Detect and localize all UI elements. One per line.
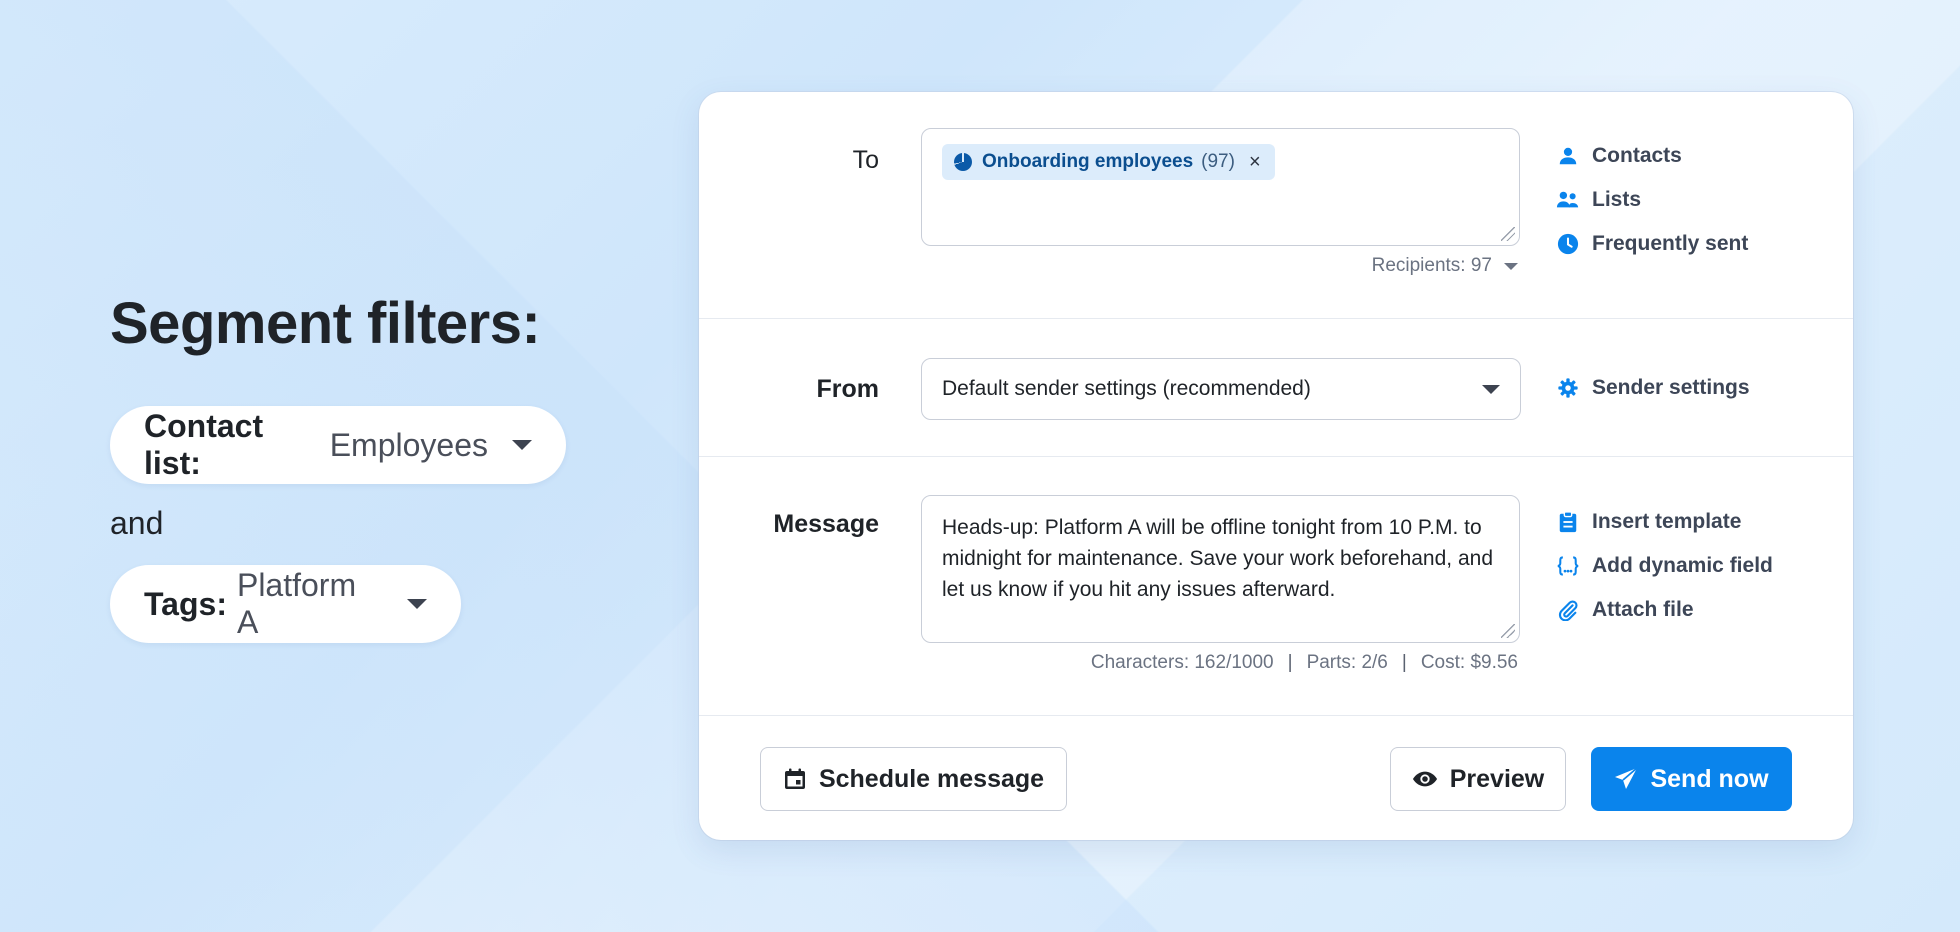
from-label: From	[816, 375, 880, 403]
add-dynamic-field-link[interactable]: Add dynamic field	[1556, 554, 1773, 578]
segment-pie-icon	[954, 153, 972, 171]
caret-down-icon	[512, 440, 532, 450]
compose-card: To Onboarding employees (97) × Recipient…	[699, 92, 1853, 840]
recipients-count-toggle[interactable]: Recipients: 97	[1372, 255, 1518, 277]
contact-list-filter-key: Contact list:	[144, 408, 264, 481]
send-now-label: Send now	[1650, 764, 1769, 793]
clock-icon	[1556, 232, 1580, 256]
sender-settings-link-label: Sender settings	[1592, 376, 1750, 399]
preview-button[interactable]: Preview	[1390, 747, 1566, 811]
add-dynamic-field-label: Add dynamic field	[1592, 554, 1773, 577]
section-divider	[699, 318, 1853, 319]
tags-filter-key: Tags:	[144, 585, 227, 622]
section-divider	[699, 715, 1853, 716]
sender-settings-link[interactable]: Sender settings	[1556, 376, 1750, 400]
attach-file-label: Attach file	[1592, 598, 1694, 621]
send-now-button[interactable]: Send now	[1591, 747, 1792, 811]
stats-separator: |	[1287, 652, 1293, 673]
tags-filter[interactable]: Tags: Platform A	[110, 565, 461, 643]
contact-list-filter[interactable]: Contact list: Employees	[110, 406, 566, 484]
recipient-chip-label: Onboarding employees	[982, 151, 1194, 172]
frequently-sent-link[interactable]: Frequently sent	[1556, 232, 1748, 256]
calendar-icon	[783, 767, 807, 791]
caret-down-icon	[1504, 262, 1518, 270]
schedule-message-label: Schedule message	[818, 764, 1045, 793]
message-parts: Parts: 2/6	[1306, 652, 1388, 673]
recipient-chip[interactable]: Onboarding employees (97) ×	[942, 144, 1275, 180]
paper-plane-icon	[1614, 767, 1639, 791]
caret-down-icon	[1482, 384, 1500, 394]
sender-select-value: Default sender settings (recommended)	[942, 377, 1311, 400]
curly-braces-icon	[1556, 554, 1580, 578]
frequently-sent-link-label: Frequently sent	[1592, 232, 1749, 255]
message-cost: Cost: $9.56	[1420, 652, 1518, 673]
insert-template-link[interactable]: Insert template	[1556, 510, 1741, 534]
insert-template-label: Insert template	[1592, 510, 1742, 533]
message-textarea[interactable]: Heads-up: Platform A will be offline ton…	[921, 495, 1520, 643]
contact-person-icon	[1556, 144, 1580, 168]
lists-link[interactable]: Lists	[1556, 188, 1641, 212]
message-text: Heads-up: Platform A will be offline ton…	[942, 516, 1493, 601]
eye-icon	[1412, 770, 1438, 788]
to-recipients-field[interactable]: Onboarding employees (97) ×	[921, 128, 1520, 246]
to-label: To	[852, 146, 879, 174]
resize-grip-icon[interactable]	[1501, 624, 1515, 638]
tags-filter-value: Platform A	[236, 567, 357, 640]
message-characters: Characters: 162/1000	[1090, 652, 1274, 673]
recipients-count: Recipients: 97	[1371, 255, 1492, 276]
contacts-link-label: Contacts	[1592, 144, 1682, 167]
caret-down-icon	[407, 599, 427, 609]
remove-chip-icon[interactable]: ×	[1249, 151, 1261, 174]
filter-conjunction: and	[110, 505, 164, 541]
paperclip-icon	[1556, 598, 1580, 622]
segment-filters-title: Segment filters:	[110, 291, 541, 356]
message-label: Message	[773, 510, 879, 538]
schedule-message-button[interactable]: Schedule message	[760, 747, 1067, 811]
message-stats: Characters: 162/1000 | Parts: 2/6 | Cost…	[1091, 652, 1518, 674]
contact-list-filter-value: Employees	[329, 426, 488, 463]
attach-file-link[interactable]: Attach file	[1556, 598, 1694, 622]
resize-grip-icon[interactable]	[1501, 227, 1515, 241]
gear-icon	[1556, 376, 1580, 400]
people-group-icon	[1556, 188, 1580, 212]
stats-separator: |	[1401, 652, 1407, 673]
lists-link-label: Lists	[1592, 188, 1642, 211]
preview-label: Preview	[1449, 764, 1545, 793]
recipient-chip-count: (97)	[1201, 151, 1235, 172]
clipboard-icon	[1556, 510, 1580, 534]
section-divider	[699, 456, 1853, 457]
sender-select[interactable]: Default sender settings (recommended)	[921, 358, 1521, 420]
contacts-link[interactable]: Contacts	[1556, 144, 1682, 168]
